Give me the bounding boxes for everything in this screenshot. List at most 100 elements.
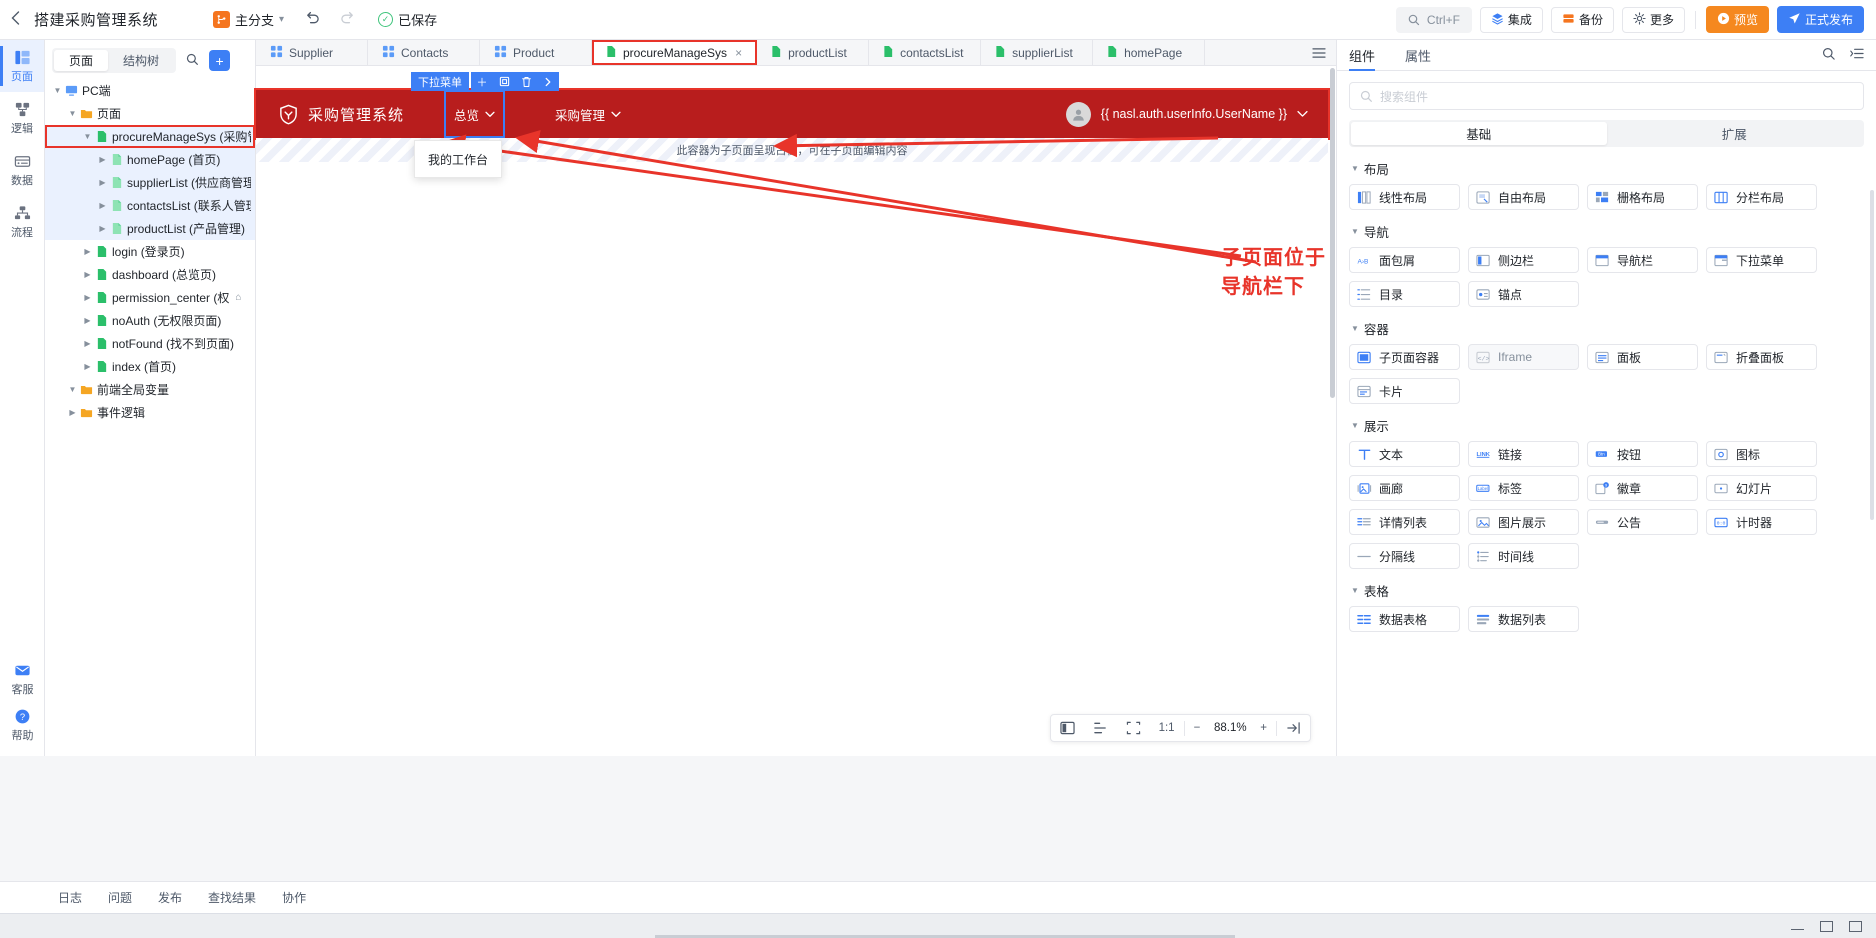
- tree-expand-arrow[interactable]: ▼: [66, 109, 79, 118]
- editor-tab[interactable]: homePage: [1093, 40, 1206, 65]
- tree-node[interactable]: ▼ 页面: [45, 102, 255, 125]
- widget-copy-button[interactable]: [493, 72, 515, 91]
- zoom-in-button[interactable]: +: [1251, 714, 1276, 742]
- tree-node[interactable]: ▶ 事件逻辑: [45, 401, 255, 424]
- back-button[interactable]: [0, 10, 30, 29]
- component-item[interactable]: 画廊: [1349, 475, 1460, 501]
- tree-expand-arrow[interactable]: ▶: [96, 201, 109, 210]
- tree-node[interactable]: ▶ homePage (首页): [45, 148, 255, 171]
- component-item[interactable]: Label 标签: [1468, 475, 1579, 501]
- preview-navbar[interactable]: 采购管理系统 总览 采购管理 {{ nasl.auth.userInfo.Use…: [254, 88, 1330, 140]
- editor-tab[interactable]: procureManageSys ×: [592, 40, 758, 65]
- minimize-icon[interactable]: [1791, 923, 1804, 930]
- maximize-icon[interactable]: [1820, 920, 1833, 932]
- editor-tab[interactable]: contactsList: [869, 40, 982, 65]
- tree-node[interactable]: ▶ contactsList (联系人管理): [45, 194, 255, 217]
- right-panel-search-button[interactable]: [1822, 47, 1836, 64]
- tree-node[interactable]: ▶ notFound (找不到页面): [45, 332, 255, 355]
- tree-search-button[interactable]: [186, 53, 199, 69]
- component-item[interactable]: 栅格布局: [1587, 184, 1698, 210]
- tree-expand-arrow[interactable]: ▶: [66, 408, 79, 417]
- zoom-out-button[interactable]: −: [1185, 714, 1210, 742]
- component-item[interactable]: 0:0 计时器: [1706, 509, 1817, 535]
- preview-button[interactable]: 预览: [1705, 6, 1769, 33]
- rail-item-logic[interactable]: 逻辑: [0, 92, 44, 144]
- right-panel-expand-button[interactable]: [1850, 47, 1864, 64]
- component-item[interactable]: 分隔线: [1349, 543, 1460, 569]
- canvas-vertical-scrollbar[interactable]: [1330, 68, 1335, 398]
- component-item[interactable]: 自由布局: [1468, 184, 1579, 210]
- component-group-header[interactable]: ▼ 展示: [1351, 416, 1876, 435]
- component-group-header[interactable]: ▼ 容器: [1351, 319, 1876, 338]
- tree-expand-arrow[interactable]: ▼: [66, 385, 79, 394]
- tree-expand-arrow[interactable]: ▶: [96, 155, 109, 164]
- component-item[interactable]: 9 徽章: [1587, 475, 1698, 501]
- tree-expand-arrow[interactable]: ▶: [96, 178, 109, 187]
- rail-item-flow[interactable]: 流程: [0, 196, 44, 248]
- publish-button[interactable]: 正式发布: [1776, 6, 1864, 33]
- ratio-button[interactable]: 1:1: [1150, 714, 1184, 742]
- component-item[interactable]: 公告: [1587, 509, 1698, 535]
- component-search-input[interactable]: 搜索组件: [1349, 82, 1864, 110]
- component-item[interactable]: 时间线: [1468, 543, 1579, 569]
- component-item[interactable]: 文本: [1349, 441, 1460, 467]
- component-item[interactable]: 图片展示: [1468, 509, 1579, 535]
- tree-expand-arrow[interactable]: ▶: [81, 247, 94, 256]
- editor-tab[interactable]: productList: [757, 40, 870, 65]
- component-item[interactable]: A›B 面包屑: [1349, 247, 1460, 273]
- layout-panel-icon[interactable]: [1051, 714, 1084, 742]
- tree-node[interactable]: ▶ permission_center (权 ⌂: [45, 286, 255, 309]
- tree-expand-arrow[interactable]: ▼: [51, 86, 64, 95]
- editor-tab[interactable]: Product: [480, 40, 592, 65]
- integration-button[interactable]: 集成: [1479, 6, 1543, 33]
- component-item[interactable]: 数据表格: [1349, 606, 1460, 632]
- component-item[interactable]: 锚点: [1468, 281, 1579, 307]
- component-group-header[interactable]: ▼ 布局: [1351, 159, 1876, 178]
- tab-components[interactable]: 组件: [1349, 40, 1376, 71]
- navbar-menu-procurement[interactable]: 采购管理: [545, 90, 631, 138]
- collapse-right-icon[interactable]: [1277, 714, 1310, 742]
- undo-button[interactable]: [304, 10, 320, 30]
- tree-node[interactable]: ▼ PC端: [45, 79, 255, 102]
- component-item[interactable]: 数据列表: [1468, 606, 1579, 632]
- bottom-item-logs[interactable]: 日志: [58, 889, 82, 906]
- tree-node[interactable]: ▶ noAuth (无权限页面): [45, 309, 255, 332]
- navbar-menu-overview[interactable]: 总览: [444, 90, 506, 138]
- bottom-item-search-results[interactable]: 查找结果: [208, 889, 256, 906]
- component-item[interactable]: 下拉菜单: [1706, 247, 1817, 273]
- right-panel-scrollbar[interactable]: [1870, 190, 1874, 520]
- editor-tab[interactable]: supplierList: [981, 40, 1094, 65]
- component-item[interactable]: 分栏布局: [1706, 184, 1817, 210]
- fit-icon[interactable]: [1117, 714, 1150, 742]
- widget-more-button[interactable]: [537, 72, 559, 91]
- tree-expand-arrow[interactable]: ▶: [81, 270, 94, 279]
- tree-tab-structure[interactable]: 结构树: [108, 50, 174, 71]
- component-group-header[interactable]: ▼ 表格: [1351, 581, 1876, 600]
- component-item[interactable]: 幻灯片: [1706, 475, 1817, 501]
- rail-item-help[interactable]: ? 帮助: [0, 702, 45, 748]
- widget-add-button[interactable]: ＋: [471, 72, 493, 91]
- more-button[interactable]: 更多: [1621, 6, 1685, 33]
- dropdown-menu-panel[interactable]: 我的工作台: [414, 140, 502, 178]
- tab-properties[interactable]: 属性: [1405, 40, 1431, 71]
- component-item[interactable]: 子页面容器: [1349, 344, 1460, 370]
- tab-list-button[interactable]: [1302, 40, 1336, 66]
- bottom-item-collaboration[interactable]: 协作: [282, 889, 306, 906]
- tree-add-button[interactable]: +: [209, 50, 231, 71]
- tree-node[interactable]: ▶ index (首页): [45, 355, 255, 378]
- component-item[interactable]: 侧边栏: [1468, 247, 1579, 273]
- widget-delete-button[interactable]: [515, 72, 537, 91]
- rail-item-pages[interactable]: 页面: [0, 40, 44, 92]
- tree-expand-arrow[interactable]: ▶: [81, 339, 94, 348]
- tree-expand-arrow[interactable]: ▶: [81, 316, 94, 325]
- component-item[interactable]: 详情列表: [1349, 509, 1460, 535]
- editor-tab[interactable]: Supplier: [256, 40, 368, 65]
- dropdown-item-workbench[interactable]: 我的工作台: [428, 151, 488, 168]
- bottom-item-publish[interactable]: 发布: [158, 889, 182, 906]
- tree-node[interactable]: ▶ productList (产品管理): [45, 217, 255, 240]
- close-icon[interactable]: ×: [735, 46, 742, 60]
- tree-expand-arrow[interactable]: ▶: [96, 224, 109, 233]
- tree-tab-pages[interactable]: 页面: [54, 50, 109, 71]
- tree-node[interactable]: ▼ 前端全局变量: [45, 378, 255, 401]
- component-item[interactable]: 目录: [1349, 281, 1460, 307]
